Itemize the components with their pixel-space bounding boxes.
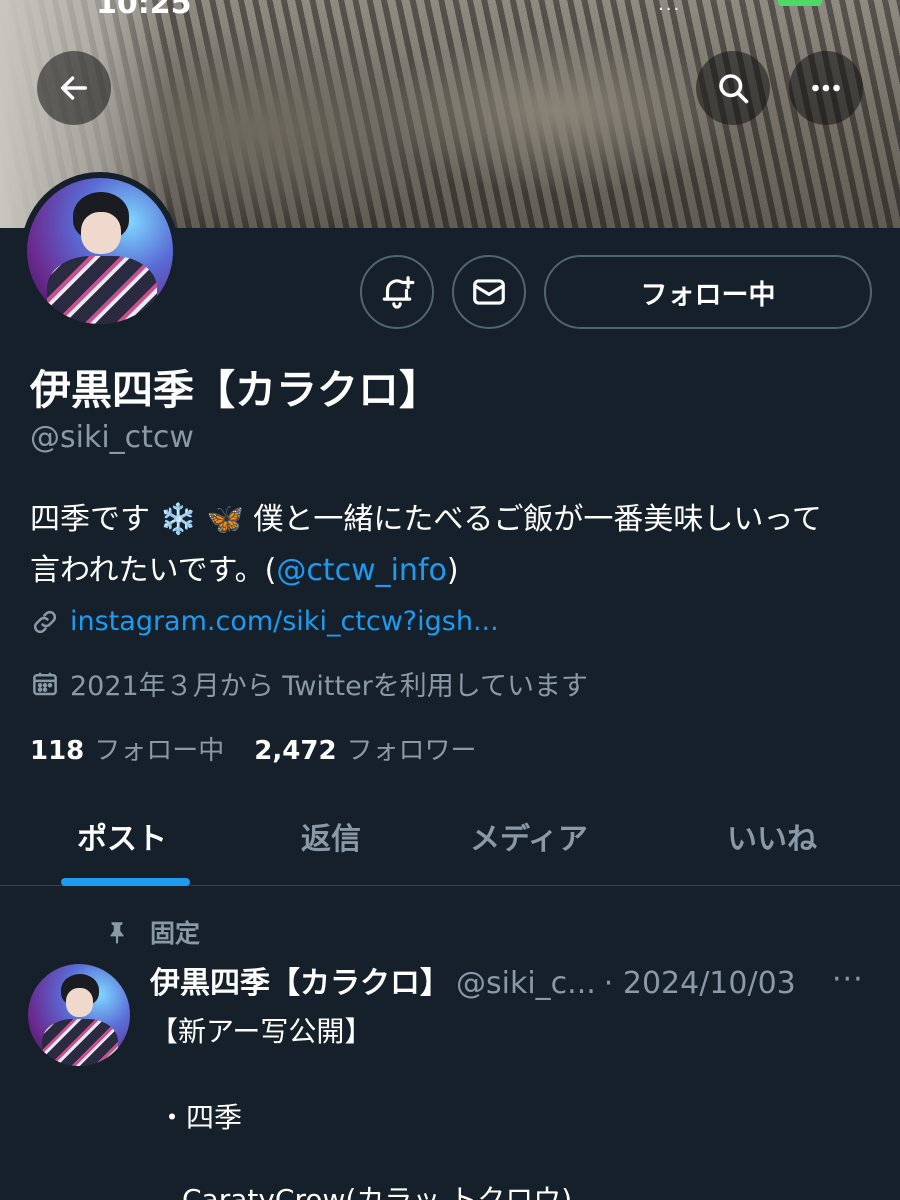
post-author-avatar[interactable] — [28, 964, 130, 1066]
post-text-line1: 【新アー写公開】 — [150, 1015, 373, 1048]
snowflake-icon: ❄️ — [159, 502, 197, 537]
calendar-icon — [33, 672, 57, 695]
tab-posts[interactable]: ポスト — [77, 814, 167, 858]
link-icon — [33, 610, 57, 633]
tab-replies[interactable]: 返信 — [301, 814, 361, 858]
following-count-link[interactable]: 118 フォロー中 — [30, 730, 224, 767]
profile-website[interactable]: instagram.com/siki_ctcw?igsh... — [30, 606, 499, 637]
profile-avatar[interactable] — [21, 172, 179, 330]
profile-bio: 四季です ❄️ 🦋 僕と一緒にたべるご飯が一番美味しいって 言われたいです。(@… — [30, 494, 880, 596]
post-date[interactable]: · 2024/10/03 — [604, 966, 796, 1001]
back-button[interactable] — [37, 51, 111, 125]
search-icon — [719, 74, 749, 104]
profile-tabs: ポスト 返信 メディア いいね — [0, 790, 900, 886]
arrow-left-icon — [60, 76, 88, 100]
active-tab-indicator — [61, 878, 190, 886]
more-options-button[interactable] — [789, 51, 863, 125]
notifications-button[interactable] — [360, 255, 434, 329]
joined-text: 2021年３月から Twitterを利用しています — [70, 671, 588, 702]
profile-handle: @siki_ctcw — [30, 420, 194, 455]
pinned-indicator: 固定 — [104, 914, 200, 950]
message-button[interactable] — [452, 255, 526, 329]
pin-icon — [110, 922, 124, 944]
profile-joined-date: 2021年３月から Twitterを利用しています — [30, 664, 588, 703]
post-author-handle[interactable]: @siki_c... — [456, 966, 596, 1001]
bell-plus-icon — [382, 276, 415, 309]
followers-count-link[interactable]: 2,472 フォロワー — [254, 730, 476, 767]
mail-icon — [473, 279, 505, 305]
signal-icon: ... — [658, 0, 682, 15]
more-horizontal-icon — [812, 84, 840, 92]
status-time: 10:25 — [96, 0, 192, 21]
tab-media[interactable]: メディア — [470, 814, 588, 858]
followers-count: 2,472 — [254, 736, 337, 766]
website-link[interactable]: instagram.com/siki_ctcw?igsh... — [70, 606, 499, 637]
battery-icon — [778, 0, 822, 6]
search-button[interactable] — [696, 51, 770, 125]
bio-text: 四季です — [30, 502, 150, 537]
bio-text: ) — [446, 553, 459, 588]
post-text-line2: ・四季 — [158, 1101, 243, 1134]
profile-display-name: 伊黒四季【カラクロ】 — [30, 366, 440, 414]
post-text-line3: CaratyCrow(カラッ トクロウ) — [182, 1183, 573, 1200]
butterfly-icon: 🦋 — [206, 502, 244, 537]
following-label: フォロー中 — [94, 736, 225, 766]
bio-text: 言われたいです。( — [30, 553, 277, 588]
following-button[interactable]: フォロー中 — [544, 255, 872, 329]
pinned-label: 固定 — [150, 919, 201, 948]
bio-mention-link[interactable]: @ctcw_info — [276, 553, 447, 588]
tab-likes[interactable]: いいね — [727, 814, 817, 858]
bio-text: 僕と一緒にたべるご飯が一番美味しいって — [253, 502, 822, 537]
follow-counts: 118 フォロー中 2,472 フォロワー — [30, 730, 477, 767]
post-more-icon[interactable]: ··· — [832, 962, 864, 997]
post-author-name[interactable]: 伊黒四季【カラクロ】 — [150, 958, 450, 1002]
following-count: 118 — [30, 736, 85, 766]
post-header: 伊黒四季【カラクロ】 @siki_c... · 2024/10/03 — [150, 958, 796, 1002]
status-bar: 10:25 ... — [0, 0, 900, 21]
followers-label: フォロワー — [346, 736, 477, 766]
